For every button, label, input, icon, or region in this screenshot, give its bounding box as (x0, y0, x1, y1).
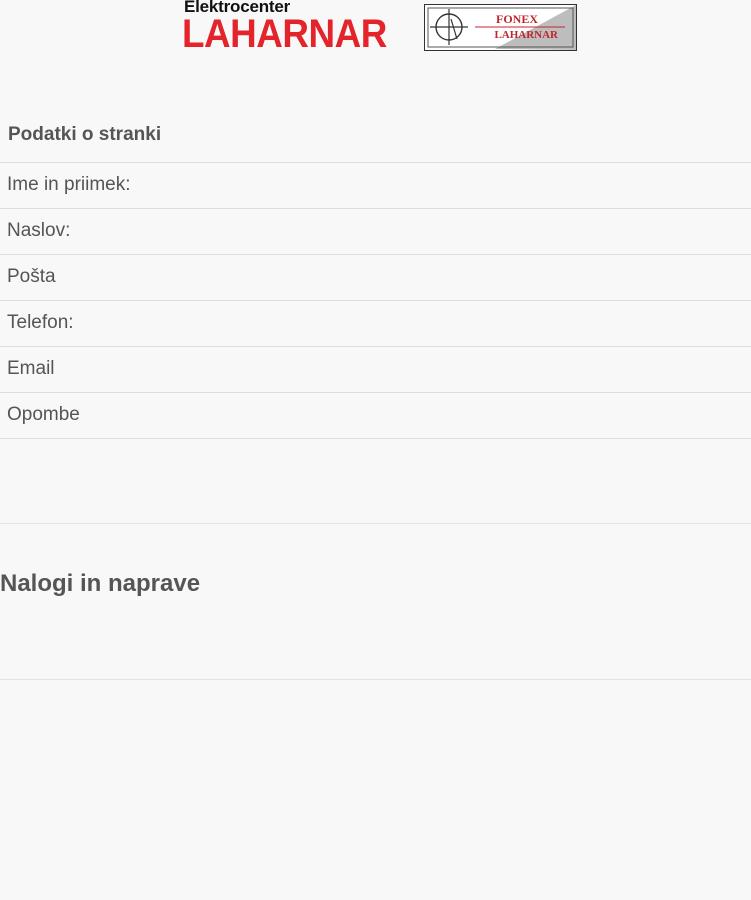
laharnar-logo[interactable]: Elektrocenter LAHARNAR (182, 0, 404, 56)
fonex-laharnar-badge[interactable]: FONEX LAHARNAR (424, 4, 577, 51)
field-label-name: Ime in priimek: (7, 174, 131, 195)
page-header: Elektrocenter LAHARNAR FONEX LAHARNAR (0, 0, 751, 60)
field-row-name[interactable]: Ime in priimek: (0, 162, 751, 208)
field-label-post: Pošta (7, 266, 56, 287)
logo-title: LAHARNAR (182, 12, 387, 56)
section-divider (0, 523, 751, 524)
field-label-notes: Opombe (7, 404, 80, 425)
field-label-address: Naslov: (7, 220, 71, 241)
orders-section-title: Nalogi in naprave (0, 570, 201, 597)
field-row-email[interactable]: Email (0, 346, 751, 392)
field-row-post[interactable]: Pošta (0, 254, 751, 300)
badge-line-1: FONEX (496, 12, 538, 26)
field-label-phone: Telefon: (7, 312, 74, 333)
customer-section-title: Podatki o stranki (8, 124, 162, 145)
customer-field-list: Ime in priimek: Naslov: Pošta Telefon: E… (0, 162, 751, 439)
field-row-phone[interactable]: Telefon: (0, 300, 751, 346)
field-label-email: Email (7, 358, 55, 379)
field-row-address[interactable]: Naslov: (0, 208, 751, 254)
field-row-notes[interactable]: Opombe (0, 392, 751, 439)
orders-divider (0, 679, 751, 680)
badge-line-2: LAHARNAR (494, 29, 558, 41)
